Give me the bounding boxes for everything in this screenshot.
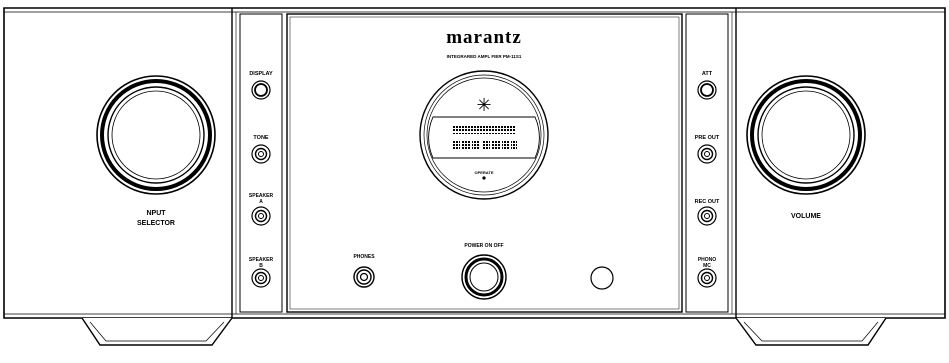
- phono-mc-button[interactable]: [697, 268, 717, 288]
- input-selector-label-line1: NPUT: [146, 210, 166, 217]
- pre-out-button[interactable]: [697, 144, 717, 164]
- phones-label: PHONES: [353, 254, 375, 260]
- display-button[interactable]: [251, 80, 271, 100]
- phono-mc-button-label-line2: MC: [703, 263, 711, 269]
- rec-out-button[interactable]: [697, 206, 717, 226]
- amplifier-front-diagram: NPUT SELECTOR VOLUME DISPLAY TONE SPEAKE…: [3, 7, 946, 346]
- volume-label: VOLUME: [791, 213, 821, 220]
- tone-button-label: TONE: [253, 135, 269, 141]
- input-selector-knob[interactable]: [96, 75, 216, 195]
- remote-sensor: [590, 266, 614, 290]
- brand-logo: marantz: [446, 27, 522, 48]
- volume-knob[interactable]: [746, 75, 866, 195]
- att-button[interactable]: [697, 80, 717, 100]
- tone-button[interactable]: [251, 144, 271, 164]
- input-selector-label-line2: SELECTOR: [137, 220, 175, 227]
- speaker-b-button[interactable]: [251, 268, 271, 288]
- pre-out-button-label: PRE OUT: [695, 135, 720, 141]
- power-button[interactable]: [461, 254, 507, 300]
- operate-indicator: [482, 176, 486, 180]
- rec-out-button-label: REC OUT: [695, 199, 720, 205]
- speaker-a-button-label-line2: A: [259, 199, 263, 205]
- model-label: INTEGRARED AMPL FIER PM-11S1: [447, 54, 522, 59]
- display-button-label: DISPLAY: [249, 71, 273, 77]
- phones-jack[interactable]: [353, 266, 375, 288]
- att-button-label: ATT: [702, 71, 713, 77]
- operate-label: OPERATE: [474, 170, 493, 175]
- speaker-b-button-label-line2: B: [259, 263, 263, 269]
- power-label: POWER ON OFF: [464, 243, 503, 249]
- logo-symbol-icon: ✳: [476, 95, 491, 116]
- speaker-a-button[interactable]: [251, 206, 271, 226]
